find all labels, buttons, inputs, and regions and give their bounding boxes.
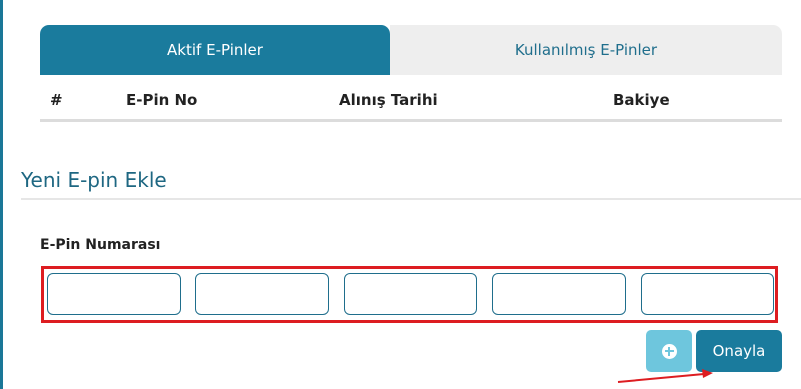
column-header-number: # xyxy=(50,91,63,109)
epin-input-5[interactable] xyxy=(641,273,774,315)
epin-input-2[interactable] xyxy=(195,273,329,315)
epin-input-1[interactable] xyxy=(47,273,181,315)
arrow-line xyxy=(617,373,705,383)
plus-circle-icon xyxy=(661,343,677,359)
epin-page: Aktif E-Pinler Kullanılmış E-Pinler # E-… xyxy=(0,0,801,389)
column-header-purchase-date: Alınış Tarihi xyxy=(339,91,438,109)
confirm-button[interactable]: Onayla xyxy=(696,330,782,372)
epin-input-3[interactable] xyxy=(344,273,477,315)
tab-active-epins[interactable]: Aktif E-Pinler xyxy=(40,25,390,75)
epin-table-header: # E-Pin No Alınış Tarihi Bakiye xyxy=(40,75,782,122)
left-border xyxy=(0,0,3,389)
section-divider xyxy=(21,198,801,200)
tab-used-epins[interactable]: Kullanılmış E-Pinler xyxy=(390,25,782,75)
epin-input-4[interactable] xyxy=(492,273,626,315)
epin-tabs: Aktif E-Pinler Kullanılmış E-Pinler xyxy=(40,25,782,75)
epin-number-label: E-Pin Numarası xyxy=(40,237,161,253)
column-header-balance: Bakiye xyxy=(613,91,670,109)
column-header-epin-no: E-Pin No xyxy=(126,91,198,109)
section-title: Yeni E-pin Ekle xyxy=(21,168,167,192)
add-epin-button[interactable] xyxy=(646,330,692,372)
